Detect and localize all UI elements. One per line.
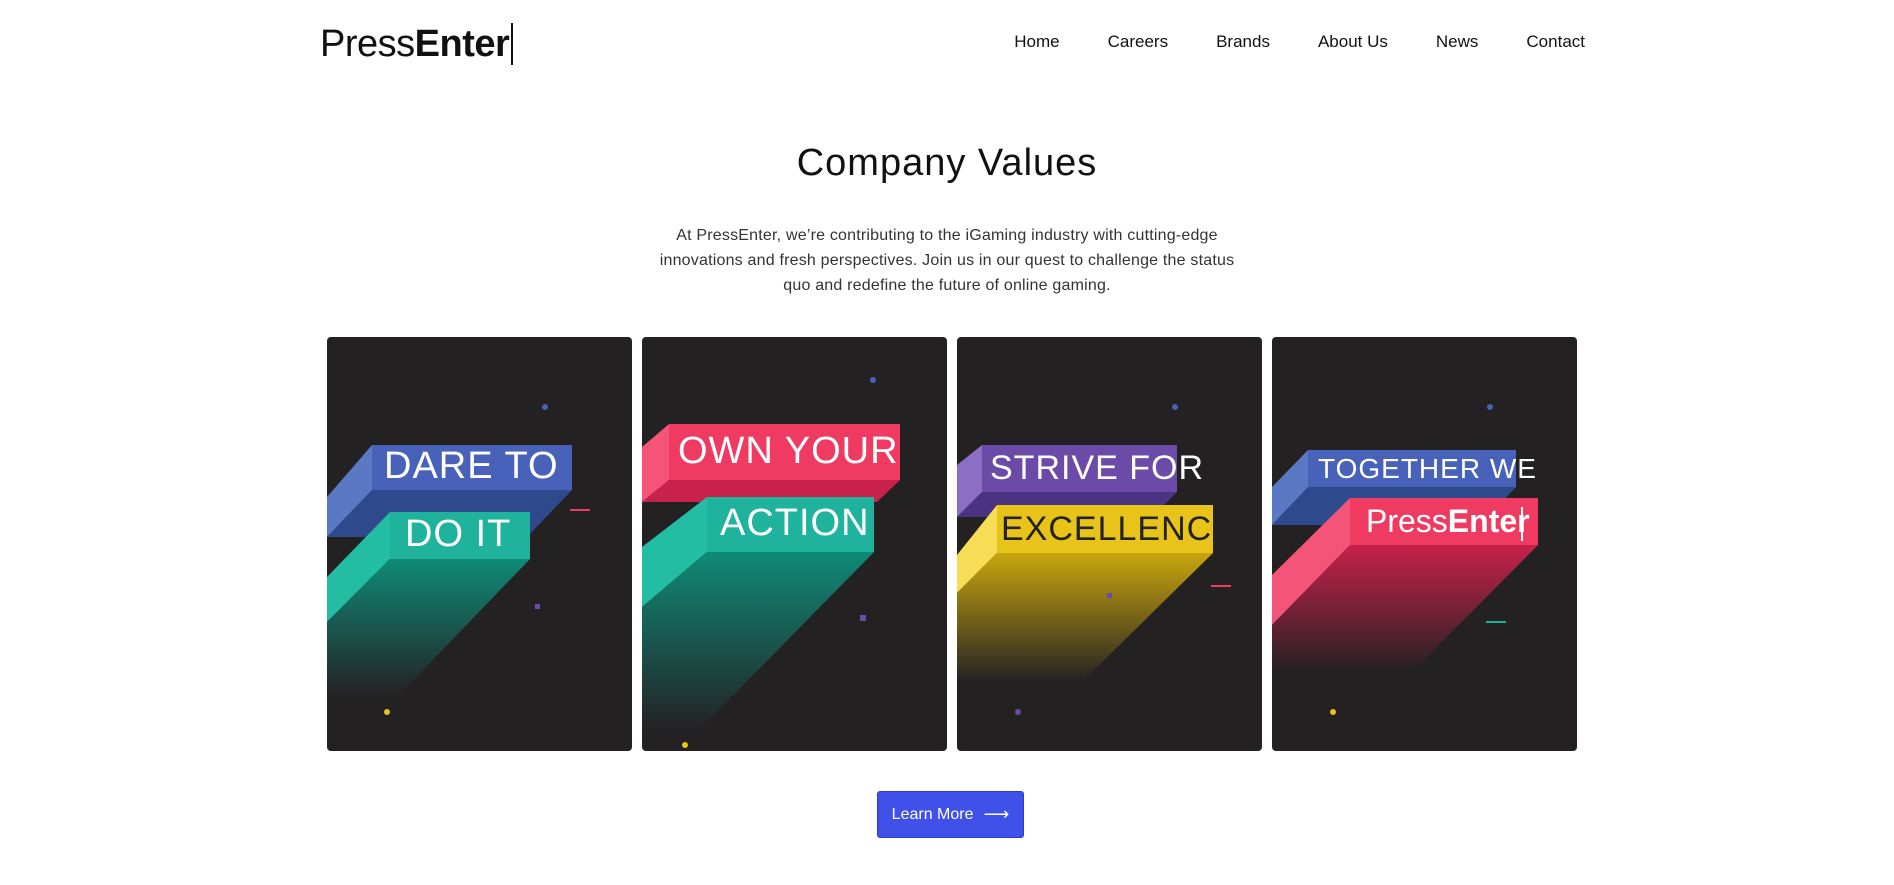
cursor-icon (511, 23, 514, 65)
value-card-dare[interactable]: DARE TO DO IT (327, 337, 632, 751)
card-line2: PressEnter (1366, 503, 1530, 540)
logo[interactable]: Press Enter (320, 20, 514, 68)
value-card-own[interactable]: OWN YOUR ACTION (642, 337, 947, 751)
card-logo-light: Press (1366, 503, 1448, 539)
section-intro: At PressEnter, we’re contributing to the… (659, 227, 1235, 294)
value-card-together[interactable]: TOGETHER WE PressEnter (1272, 337, 1577, 751)
site-header: Press Enter Home Careers Brands About Us … (0, 0, 1894, 90)
values-cards: DARE TO DO IT OWN YOUR ACTION STRIVE FOR… (327, 337, 1577, 751)
arrow-right-icon: ⟶ (983, 804, 1010, 824)
main-nav: Home Careers Brands About Us News Contac… (966, 32, 1585, 52)
card-line1: OWN YOUR (678, 430, 899, 472)
card-art (1272, 404, 1538, 715)
learn-more-label: Learn More (891, 805, 974, 823)
nav-careers[interactable]: Careers (1108, 32, 1168, 52)
learn-more-button[interactable]: Learn More ⟶ (877, 791, 1024, 838)
card-logo-bold: Enter (1447, 503, 1530, 539)
nav-about-us[interactable]: About Us (1318, 32, 1388, 52)
nav-news[interactable]: News (1436, 32, 1479, 52)
card-line1: STRIVE FOR (990, 449, 1205, 487)
logo-bold: Enter (414, 22, 510, 65)
logo-light: Press (320, 22, 415, 65)
section-title: Company Values (796, 142, 1098, 184)
card-line1: DARE TO (384, 445, 559, 487)
card-line2: EXCELLENCE (1001, 510, 1236, 548)
nav-contact[interactable]: Contact (1526, 32, 1585, 52)
card-line2: DO IT (405, 513, 512, 555)
nav-home[interactable]: Home (1014, 32, 1059, 52)
nav-brands[interactable]: Brands (1216, 32, 1270, 52)
card-line1: TOGETHER WE (1318, 453, 1537, 484)
card-line2: ACTION (720, 502, 870, 544)
value-card-strive[interactable]: STRIVE FOR EXCELLENCE (957, 337, 1262, 751)
